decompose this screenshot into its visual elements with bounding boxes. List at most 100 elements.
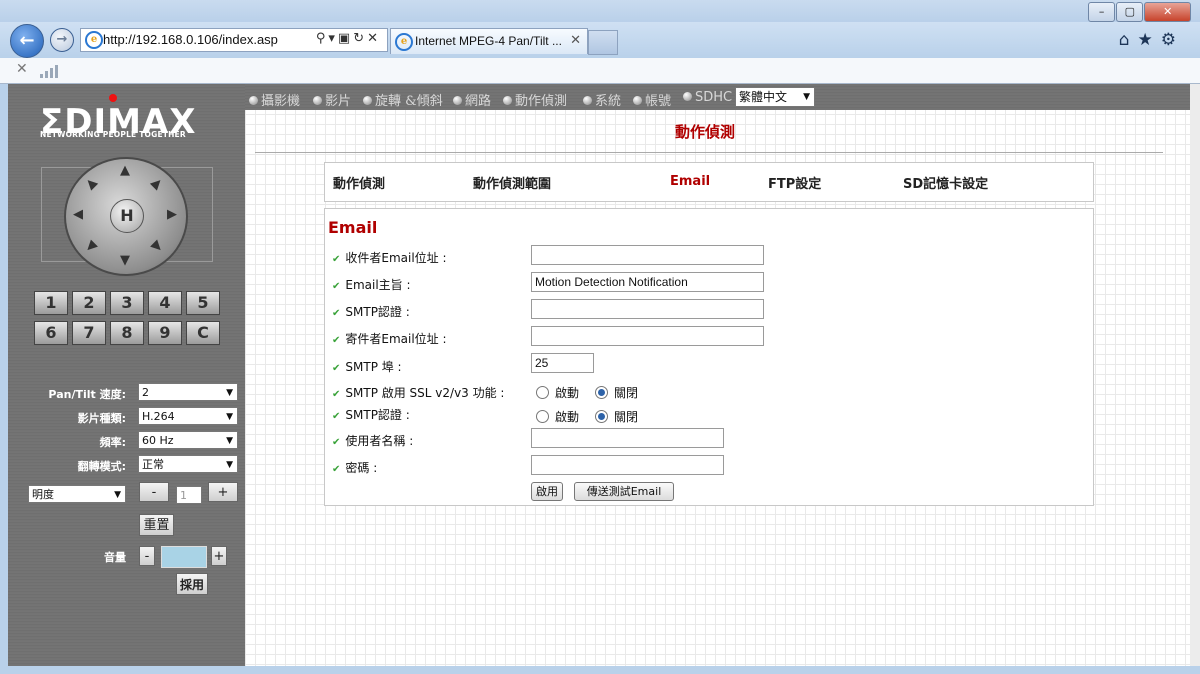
- volume-plus-button[interactable]: +: [211, 546, 227, 566]
- sender-label: 寄件者Email位址 :: [345, 332, 447, 346]
- preset-key-9[interactable]: 9: [148, 321, 182, 345]
- pantilt-speed-select[interactable]: 2 ▼: [138, 383, 238, 401]
- chevron-down-icon: ▼: [226, 388, 233, 398]
- volume-minus-button[interactable]: -: [139, 546, 155, 566]
- preset-key-2[interactable]: 2: [72, 291, 106, 315]
- left-arrow-icon[interactable]: ◀: [73, 207, 83, 222]
- ssl-row: ✔ SMTP 啟用 SSL v2/v3 功能 :: [332, 384, 504, 401]
- password-input[interactable]: [531, 455, 724, 475]
- smtp-port-row: ✔ SMTP 埠 :: [332, 358, 402, 375]
- bullet-icon: [633, 96, 642, 105]
- up-arrow-icon[interactable]: ▲: [120, 163, 130, 178]
- preset-key-1[interactable]: 1: [34, 291, 68, 315]
- star-icon[interactable]: ★: [1138, 30, 1161, 50]
- tab-sd-card[interactable]: SD記憶卡設定: [903, 173, 988, 192]
- ptz-home-button[interactable]: H: [110, 199, 144, 233]
- page-content: ΣDIMAX NETWORKING PEOPLE TOGETHER ▲ ▼ ◀ …: [8, 84, 1190, 666]
- flip-mode-select[interactable]: 正常 ▼: [138, 455, 238, 473]
- down-right-arrow-icon[interactable]: ▼: [148, 238, 166, 256]
- home-icon[interactable]: ⌂: [1119, 30, 1138, 50]
- forward-button[interactable]: →: [50, 28, 74, 52]
- new-tab-button[interactable]: [588, 30, 618, 55]
- tab-email[interactable]: Email: [670, 174, 710, 189]
- browser-tab[interactable]: e Internet MPEG-4 Pan/Tilt ... ✕: [390, 28, 588, 54]
- address-bar[interactable]: e http://192.168.0.106/index.asp ⚲▾▣↻✕: [80, 28, 388, 52]
- brightness-minus-button[interactable]: -: [139, 482, 169, 502]
- menu-motion-detection[interactable]: 動作偵測: [503, 90, 567, 109]
- frequency-select[interactable]: 60 Hz ▼: [138, 431, 238, 449]
- preset-key-3[interactable]: 3: [110, 291, 144, 315]
- brightness-plus-button[interactable]: +: [208, 482, 238, 502]
- recipient-email-input[interactable]: [531, 245, 764, 265]
- apply-button[interactable]: 採用: [176, 573, 208, 595]
- sender-email-input[interactable]: [531, 326, 764, 346]
- ssl-radio-group: 啟動 關閉: [536, 384, 638, 401]
- sub-navigation: 動作偵測 動作偵測範圍 Email FTP設定 SD記憶卡設定: [324, 162, 1094, 202]
- control-sidebar: ΣDIMAX NETWORKING PEOPLE TOGETHER ▲ ▼ ◀ …: [8, 84, 245, 666]
- tab-motion-detection[interactable]: 動作偵測: [333, 173, 385, 192]
- check-icon: ✔: [332, 437, 341, 448]
- menu-sdhc[interactable]: SDHC: [683, 90, 732, 105]
- preset-key-5[interactable]: 5: [186, 291, 220, 315]
- window-border: [0, 666, 1200, 674]
- bullet-icon: [583, 96, 592, 105]
- preset-key-7[interactable]: 7: [72, 321, 106, 345]
- reset-button[interactable]: 重置: [139, 514, 174, 536]
- bullet-icon: [503, 96, 512, 105]
- menu-system-label: 系統: [595, 94, 622, 109]
- back-button[interactable]: ←: [10, 24, 44, 58]
- up-right-arrow-icon[interactable]: ▲: [148, 175, 166, 193]
- send-test-email-button[interactable]: 傳送測試Email: [574, 482, 674, 501]
- menu-video[interactable]: 影片: [313, 90, 351, 109]
- ssl-off-radio[interactable]: [595, 386, 609, 399]
- menu-pan-tilt[interactable]: 旋轉 &傾斜: [363, 90, 443, 109]
- gear-icon[interactable]: ⚙: [1161, 30, 1184, 50]
- preset-key-6[interactable]: 6: [34, 321, 68, 345]
- minimize-button[interactable]: –: [1088, 2, 1116, 22]
- scrollbar[interactable]: [1190, 84, 1200, 666]
- auth-off-radio[interactable]: [595, 410, 609, 423]
- preset-key-8[interactable]: 8: [110, 321, 144, 345]
- bullet-icon: [249, 96, 258, 105]
- menu-camera[interactable]: 攝影機: [249, 90, 300, 109]
- address-tools[interactable]: ⚲▾▣↻✕: [316, 31, 381, 46]
- chevron-down-icon: ▼: [803, 92, 810, 102]
- logo-dot: [109, 94, 117, 102]
- ssl-on-label: 啟動: [555, 386, 580, 400]
- chevron-down-icon: ▼: [226, 436, 233, 446]
- menu-system[interactable]: 系統: [583, 90, 621, 109]
- maximize-button[interactable]: ▢: [1116, 2, 1144, 22]
- smtp-server-input[interactable]: [531, 299, 764, 319]
- image-adjust-value: 明度: [32, 488, 54, 501]
- ptz-control-pad[interactable]: ▲ ▼ ◀ ▶ ▲ ▲ ▼ ▼ H: [64, 157, 188, 276]
- logo-slogan: NETWORKING PEOPLE TOGETHER: [40, 130, 186, 139]
- preset-key-clear[interactable]: C: [186, 321, 220, 345]
- volume-slider[interactable]: [161, 546, 207, 568]
- language-select[interactable]: 繁體中文 ▼: [735, 87, 815, 107]
- up-left-arrow-icon[interactable]: ▲: [82, 175, 100, 193]
- check-icon: ✔: [332, 335, 341, 346]
- menu-account[interactable]: 帳號: [633, 90, 671, 109]
- address-text[interactable]: http://192.168.0.106/index.asp: [103, 32, 278, 47]
- enable-button[interactable]: 啟用: [531, 482, 563, 501]
- username-input[interactable]: [531, 428, 724, 448]
- image-adjust-select[interactable]: 明度 ▼: [28, 485, 126, 503]
- menu-network[interactable]: 網路: [453, 90, 491, 109]
- smtp-port-input[interactable]: 25: [531, 353, 594, 373]
- tab-close-icon[interactable]: ✕: [570, 33, 581, 48]
- tab-detection-area[interactable]: 動作偵測範圍: [473, 173, 551, 192]
- right-arrow-icon[interactable]: ▶: [167, 207, 177, 222]
- close-bar-icon[interactable]: ✕: [16, 61, 28, 77]
- tab-ftp[interactable]: FTP設定: [768, 173, 821, 192]
- down-left-arrow-icon[interactable]: ▼: [82, 238, 100, 256]
- close-window-button[interactable]: ✕: [1144, 2, 1191, 22]
- smtp-auth2-label: SMTP認證 :: [345, 408, 410, 422]
- brightness-value-field[interactable]: 1: [176, 486, 202, 504]
- auth-on-radio[interactable]: [536, 410, 549, 423]
- ssl-label: SMTP 啟用 SSL v2/v3 功能 :: [345, 386, 505, 400]
- subject-input[interactable]: Motion Detection Notification: [531, 272, 764, 292]
- down-arrow-icon[interactable]: ▼: [120, 253, 130, 268]
- ssl-on-radio[interactable]: [536, 386, 549, 399]
- video-type-select[interactable]: H.264 ▼: [138, 407, 238, 425]
- preset-key-4[interactable]: 4: [148, 291, 182, 315]
